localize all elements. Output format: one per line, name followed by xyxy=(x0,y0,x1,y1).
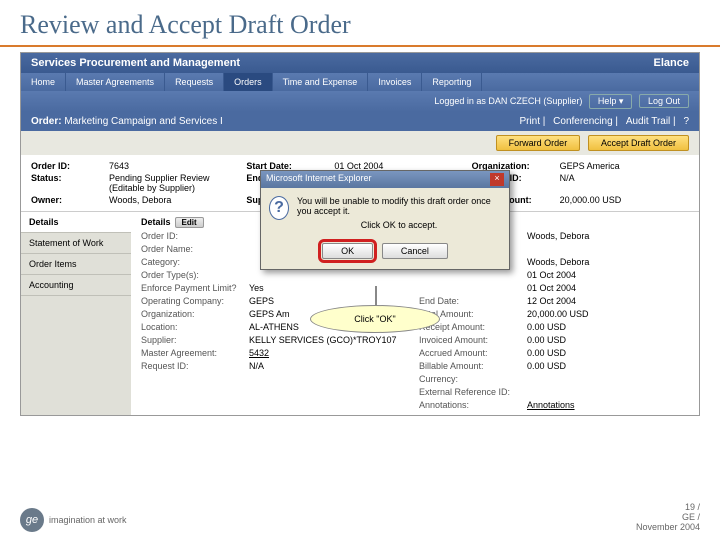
d-opco-lbl: Operating Company: xyxy=(141,296,241,306)
order-name: Marketing Campaign and Services I xyxy=(64,116,222,127)
help-button[interactable]: Help ▾ xyxy=(589,94,633,109)
slide-title: Review and Accept Draft Order xyxy=(0,0,720,47)
d-order-id-lbl: Order ID: xyxy=(141,231,241,241)
tab-order-items[interactable]: Order Items xyxy=(21,254,131,275)
d-annot-val[interactable]: Annotations xyxy=(527,400,689,410)
d-currency-val xyxy=(527,374,689,384)
nav-time-expense[interactable]: Time and Expense xyxy=(273,73,369,91)
app-name: Services Procurement and Management xyxy=(31,57,240,69)
tab-accounting[interactable]: Accounting xyxy=(21,275,131,296)
cancel-button[interactable]: Cancel xyxy=(382,243,448,259)
vendor-logo: Elance xyxy=(654,57,689,69)
forward-order-button[interactable]: Forward Order xyxy=(496,135,581,151)
d-ma-val[interactable]: 5432 xyxy=(249,348,411,358)
d-ordertype-val xyxy=(249,270,411,280)
action-bar: Forward Order Accept Draft Order xyxy=(21,131,699,155)
nav-bar: Home Master Agreements Requests Orders T… xyxy=(21,73,699,91)
order-id-value: 7643 xyxy=(109,161,238,171)
d-supplier-val: KELLY SERVICES (GCO)*TROY107 xyxy=(249,335,411,345)
d-accrued-val: 0.00 USD xyxy=(527,348,689,358)
dialog-message: You will be unable to modify this draft … xyxy=(297,196,501,230)
callout-bubble: Click "OK" xyxy=(310,305,440,333)
d-enforce-lbl: Enforce Payment Limit? xyxy=(141,283,241,293)
logged-in-as: Logged in as DAN CZECH (Supplier) xyxy=(434,96,582,106)
print-link[interactable]: Print xyxy=(519,116,540,127)
confirm-dialog: Microsoft Internet Explorer × ? You will… xyxy=(260,170,510,270)
login-bar: Logged in as DAN CZECH (Supplier) Help ▾… xyxy=(21,91,699,112)
logout-button[interactable]: Log Out xyxy=(639,94,689,108)
tagline: imagination at work xyxy=(49,515,127,525)
d-total-val: 20,000.00 USD xyxy=(527,309,689,319)
order-header: Order: Marketing Campaign and Services I… xyxy=(21,112,699,131)
audit-trail-link[interactable]: Audit Trail xyxy=(626,116,670,127)
d-location-lbl: Location: xyxy=(141,322,241,332)
d-supplier-lbl: Supplier: xyxy=(141,335,241,345)
help-icon[interactable]: ? xyxy=(683,116,689,127)
brand-bar: Services Procurement and Management Elan… xyxy=(21,53,699,73)
d-enforce-val: Yes xyxy=(249,283,411,293)
d-billable-lbl: Billable Amount: xyxy=(419,361,519,371)
d-billable-val: 0.00 USD xyxy=(527,361,689,371)
total-amount-value: 20,000.00 USD xyxy=(560,195,689,205)
ok-button[interactable]: OK xyxy=(322,243,373,259)
question-icon: ? xyxy=(269,196,289,220)
d-invoiced-val: 0.00 USD xyxy=(527,335,689,345)
tab-details[interactable]: Details xyxy=(21,212,131,233)
status-value: Pending Supplier Review (Editable by Sup… xyxy=(109,173,238,193)
request-id-value: N/A xyxy=(560,173,689,193)
organization-value: GEPS America xyxy=(560,161,689,171)
d-enddate-lbl: End Date: xyxy=(419,296,519,306)
d-accrued-lbl: Accrued Amount: xyxy=(419,348,519,358)
d-extref-val xyxy=(527,387,689,397)
d-order-name-lbl: Order Name: xyxy=(141,244,241,254)
dialog-buttons: OK Cancel xyxy=(261,238,509,269)
d-r4-lbl xyxy=(419,283,519,293)
nav-reporting[interactable]: Reporting xyxy=(422,73,482,91)
dialog-title: Microsoft Internet Explorer xyxy=(266,173,372,186)
d-r1-val xyxy=(527,244,689,254)
tab-sow[interactable]: Statement of Work xyxy=(21,233,131,254)
nav-master-agreements[interactable]: Master Agreements xyxy=(66,73,165,91)
slide-footer: ge imagination at work 19 / GE / Novembe… xyxy=(0,502,720,532)
nav-requests[interactable]: Requests xyxy=(165,73,224,91)
side-tabs: Details Statement of Work Order Items Ac… xyxy=(21,212,131,415)
d-reqid-val: N/A xyxy=(249,361,411,371)
d-invoiced-lbl: Invoiced Amount: xyxy=(419,335,519,345)
nav-home[interactable]: Home xyxy=(21,73,66,91)
d-enddate-val: 12 Oct 2004 xyxy=(527,296,689,306)
dialog-body: ? You will be unable to modify this draf… xyxy=(261,188,509,238)
d-category-lbl: Category: xyxy=(141,257,241,267)
date-footer: November 2004 xyxy=(636,522,700,532)
order-id-label: Order ID: xyxy=(31,161,101,171)
order-label: Order: xyxy=(31,116,62,127)
edit-button[interactable]: Edit xyxy=(175,217,204,228)
close-icon[interactable]: × xyxy=(490,173,504,186)
ge-logo-icon: ge xyxy=(20,508,44,532)
d-reqid-lbl: Request ID: xyxy=(141,361,241,371)
owner-value: Woods, Debora xyxy=(109,195,238,205)
order-links: Print | Conferencing | Audit Trail | ? xyxy=(514,116,689,127)
d-r3-val: 01 Oct 2004 xyxy=(527,270,689,280)
page-number: 19 / xyxy=(636,502,700,512)
d-r3-lbl xyxy=(419,270,519,280)
conferencing-link[interactable]: Conferencing xyxy=(553,116,612,127)
d-ma-lbl: Master Agreement: xyxy=(141,348,241,358)
d-ordertype-lbl: Order Type(s): xyxy=(141,270,241,280)
company-footer: GE / xyxy=(636,512,700,522)
owner-label: Owner: xyxy=(31,195,101,205)
d-r4-val: 01 Oct 2004 xyxy=(527,283,689,293)
d-currency-lbl: Currency: xyxy=(419,374,519,384)
d-by-val: Woods, Debora xyxy=(527,257,689,267)
d-extref-lbl: External Reference ID: xyxy=(419,387,519,397)
nav-invoices[interactable]: Invoices xyxy=(368,73,422,91)
d-annot-lbl: Annotations: xyxy=(419,400,519,410)
status-label: Status: xyxy=(31,173,101,193)
accept-draft-order-button[interactable]: Accept Draft Order xyxy=(588,135,689,151)
d-r0-val: Woods, Debora xyxy=(527,231,689,241)
d-receipt-val: 0.00 USD xyxy=(527,322,689,332)
dialog-titlebar: Microsoft Internet Explorer × xyxy=(261,171,509,188)
nav-orders[interactable]: Orders xyxy=(224,73,273,91)
d-org-lbl: Organization: xyxy=(141,309,241,319)
